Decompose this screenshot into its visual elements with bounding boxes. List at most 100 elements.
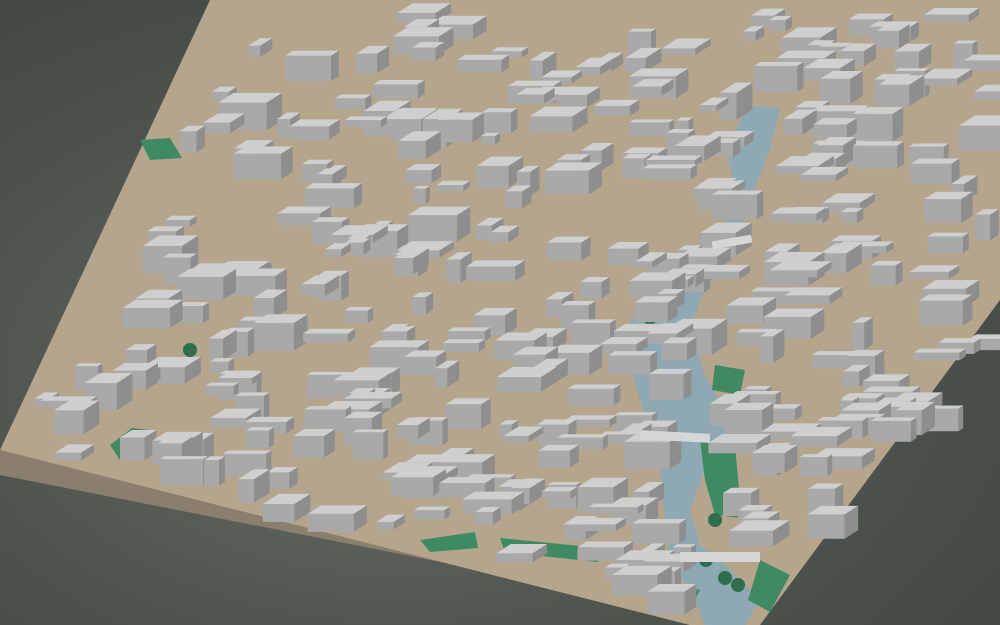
building-roof	[439, 477, 495, 484]
building-side	[210, 417, 247, 428]
building-side	[253, 322, 295, 351]
tree	[183, 343, 197, 357]
building	[870, 417, 917, 442]
building-roof	[754, 62, 804, 66]
building-roof	[567, 517, 626, 525]
building	[632, 518, 687, 544]
building-roof	[628, 28, 656, 32]
building-side	[770, 213, 817, 222]
building	[852, 141, 905, 169]
building	[642, 164, 697, 180]
building	[546, 236, 591, 261]
building-shade	[827, 454, 833, 477]
building-shade	[797, 62, 804, 92]
building	[567, 384, 621, 406]
building-side	[708, 442, 757, 454]
building-side	[577, 547, 624, 561]
building-roof	[927, 232, 969, 237]
building	[919, 294, 973, 326]
building-side	[457, 59, 502, 73]
building-shade	[247, 327, 255, 357]
building-side	[405, 170, 432, 184]
building-roof	[244, 416, 295, 422]
building-side	[541, 491, 571, 499]
building	[285, 50, 339, 81]
building	[909, 265, 960, 279]
building-shade	[756, 190, 764, 220]
building	[233, 146, 293, 180]
building-roof	[632, 518, 687, 524]
building-side	[304, 188, 354, 209]
building-side	[538, 450, 570, 468]
city-model-canvas[interactable]	[0, 0, 1000, 625]
building-side	[480, 136, 496, 145]
building-side	[496, 553, 533, 563]
building-side	[813, 124, 847, 139]
building-side	[165, 219, 190, 227]
building	[466, 260, 525, 281]
building-side	[754, 65, 798, 92]
building-side	[466, 266, 516, 281]
building	[457, 54, 510, 73]
building-roof	[285, 50, 339, 56]
building	[176, 268, 237, 300]
building-roof	[160, 456, 208, 460]
building-roof	[870, 417, 917, 421]
building	[807, 505, 859, 539]
building-side	[800, 174, 836, 182]
building	[289, 119, 340, 140]
building	[769, 15, 793, 32]
building-side	[396, 424, 419, 439]
city-model-viewport[interactable]	[0, 0, 1000, 625]
building-side	[608, 355, 651, 375]
building-side	[476, 165, 509, 188]
building-roof	[466, 260, 525, 267]
building-roof	[304, 183, 363, 189]
building-side	[262, 503, 295, 522]
building-roof	[344, 116, 387, 121]
building-side	[394, 258, 414, 274]
building-side	[246, 430, 269, 448]
building-side	[790, 436, 838, 447]
building-roof	[852, 141, 905, 146]
building	[661, 337, 697, 361]
building	[344, 307, 374, 323]
building	[913, 348, 966, 361]
building-side	[303, 333, 348, 343]
building-roof	[205, 382, 239, 386]
building-side	[958, 125, 1000, 151]
building	[436, 180, 471, 192]
building-side	[661, 48, 696, 55]
building	[334, 94, 372, 110]
building	[480, 132, 500, 145]
building-side	[894, 51, 919, 71]
building-side	[304, 409, 346, 429]
building-shade	[910, 417, 917, 442]
building-roof	[571, 319, 616, 323]
building	[924, 7, 980, 22]
building-side	[436, 185, 464, 192]
building-side	[529, 60, 543, 79]
riverside-park-2	[712, 365, 745, 395]
building-roof	[557, 434, 608, 438]
building-shade	[425, 185, 431, 204]
building	[352, 429, 388, 460]
building-side	[442, 343, 479, 352]
building-side	[567, 524, 616, 532]
building-roof	[894, 68, 930, 72]
building-side	[503, 435, 529, 443]
building	[482, 108, 518, 133]
building-side	[160, 459, 204, 486]
building	[754, 62, 804, 92]
building-side	[649, 373, 684, 400]
building	[593, 99, 640, 117]
building-side	[632, 86, 662, 96]
building-side	[204, 459, 220, 486]
building-shade	[958, 405, 964, 432]
building	[307, 505, 368, 532]
building-side	[852, 113, 893, 142]
building-roof	[547, 482, 581, 485]
building-roof	[491, 47, 528, 52]
building-roof	[712, 190, 764, 195]
building-shade	[864, 317, 873, 350]
